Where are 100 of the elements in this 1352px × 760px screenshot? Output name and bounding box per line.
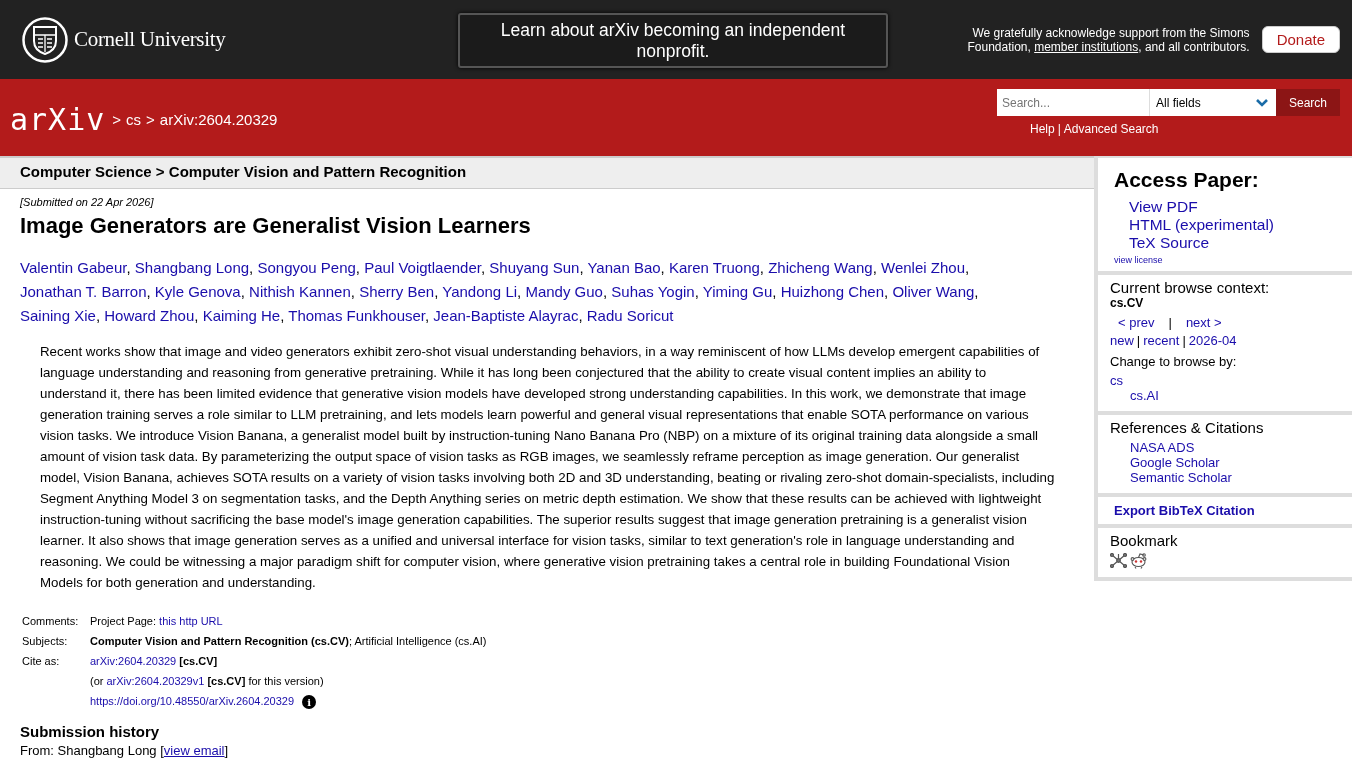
browse-label: Change to browse by:	[1110, 354, 1237, 369]
access-link[interactable]: View PDF	[1129, 198, 1198, 216]
network-icon[interactable]	[1110, 553, 1127, 569]
comma: ,	[974, 283, 979, 300]
abstract-text: Recent works show that image and video generators exhibit zero-shot visual understanding behaviors, in a way reminiscent of how LLMs develop emergent capabilities of language understanding and reasoning from generative pretraining. While it has long been conjectured that the ability to create visual content implies an ability to understand it, there has been limited evidence that generative vision models have developed strong understanding capabilities. In this work, we demonstrate that image generation training serves a role similar to LLM pretraining, and lets models learn powerful and general visual representations that enable SOTA performance on various vision tasks. We introduce Vision Banana, a generalist model built by instruction-tuning Nano Banana Pro (NBP) on a mixture of its original training data alongside a small amount of vision task data. By parameterizing the output space of vision tasks as RGB images, we seamlessly reframe perception as image generation. Our generalist model, Vision Banana, achieves SOTA results on a variety of vision tasks involving both 2D and 3D understanding, beating or rivaling zero-shot domain-specialists, including Segment Anything Model 3 on segmentation tasks, and the Depth Anything series on metric depth estimation. We show that these results can be achieved with lightweight instruction-tuning without sacrificing the base model's image generation capabilities. The superior results suggest that image generation pretraining is a generalist vision learner. It also shows that image generation serves as a unified and universal interface for vision tasks, similar to text generation's role in language understanding and reasoning. We could be witnessing a major paradigm shift for computer vision, where generative vision pretraining takes a central role in building Foundational Vision Models for both generation and understanding.	[40, 343, 1055, 592]
link[interactable]: arXiv:2604.20329v1	[106, 675, 205, 687]
info-icon[interactable]: i	[302, 695, 317, 709]
submission-date: [Submitted on 22 Apr 2026]	[20, 196, 155, 208]
author-link[interactable]: Radu Soricut	[586, 307, 674, 324]
sidebar-heading: References & Citations	[1110, 419, 1264, 436]
shield-emblem-icon	[22, 16, 68, 63]
comma: ,	[480, 259, 486, 276]
comma: ,	[425, 307, 430, 324]
author-link[interactable]: Zhicheng Wang	[768, 259, 873, 276]
alien-icon[interactable]	[1130, 553, 1147, 569]
comma: ,	[126, 259, 131, 276]
author-link[interactable]: Kaiming He	[202, 307, 281, 324]
paper-title: Image Generators are Generalist Vision Learners	[20, 213, 532, 239]
separator: >	[146, 111, 155, 128]
author-link[interactable]: Wenlei Zhou	[881, 259, 965, 276]
link[interactable]: this http URL	[159, 615, 223, 627]
comma: ,	[884, 283, 889, 300]
sidebar-heading: Access Paper:	[1114, 168, 1259, 192]
comma: ,	[146, 283, 151, 300]
comma: ,	[579, 259, 584, 276]
separator: >	[112, 111, 122, 128]
author-link[interactable]: Suhas Yogin	[611, 283, 695, 300]
breadcrumb-link[interactable]: arXiv:2604.20329	[159, 111, 278, 128]
list-link[interactable]: recent	[1143, 333, 1180, 348]
comma: ,	[249, 259, 254, 276]
author-link[interactable]: Jean-Baptiste Alayrac	[433, 307, 579, 324]
author-link[interactable]: Shuyang Sun	[489, 259, 580, 276]
comma: ,	[517, 283, 522, 300]
comma: ,	[602, 283, 608, 300]
breadcrumb-link[interactable]: cs	[126, 111, 142, 128]
author-link[interactable]: Sherry Ben	[359, 283, 435, 300]
author-link[interactable]: Kyle Genova	[154, 283, 241, 300]
comma: ,	[872, 259, 877, 276]
list-link[interactable]: new	[1110, 333, 1134, 348]
announcement-button[interactable]: Learn about arXiv becoming an independent nonprofit.	[458, 13, 888, 68]
category-link[interactable]: cs	[1110, 373, 1123, 388]
author-link[interactable]: Huizhong Chen	[780, 283, 885, 300]
license-link[interactable]: view license	[1114, 255, 1163, 265]
author-link[interactable]: Paul Voigtlaender	[364, 259, 481, 276]
category-link[interactable]: cs.AI	[1130, 388, 1159, 403]
help-link[interactable]: Help	[1030, 122, 1055, 136]
author-link[interactable]: Mandy Guo	[525, 283, 603, 300]
donate-button[interactable]: Donate	[1261, 26, 1340, 53]
submitter-line: From: Shangbang Long [view email]	[20, 744, 230, 758]
field-value: Computer Vision and Pattern Recognition (cs.CV)	[90, 635, 349, 647]
field-value: ; Artificial Intelligence (cs.AI)	[348, 635, 487, 647]
field-value: [cs.CV]	[206, 675, 246, 687]
link[interactable]: https://doi.org/10.48550/arXiv.2604.20329	[90, 695, 295, 707]
comma: ,	[194, 307, 199, 324]
access-link[interactable]: TeX Source	[1129, 234, 1210, 252]
comma: ,	[240, 283, 245, 300]
author-link[interactable]: Karen Truong	[668, 259, 760, 276]
separator: |	[1168, 315, 1172, 330]
author-link[interactable]: Thomas Funkhouser	[288, 307, 425, 324]
citation-link[interactable]: Semantic Scholar	[1130, 470, 1232, 485]
comma: ,	[965, 259, 970, 276]
field-value: for this version)	[247, 675, 324, 687]
comma: ,	[95, 307, 101, 324]
citation-link[interactable]: NASA ADS	[1130, 440, 1195, 455]
comma: ,	[772, 283, 777, 300]
field-label: Cite as:	[22, 655, 60, 667]
sidebar-heading: Current browse context:	[1110, 279, 1270, 296]
access-link[interactable]: HTML (experimental)	[1129, 216, 1274, 234]
support-note: We gratefully acknowledge support from the Simons Foundation, member institutions, and all contributors.	[966, 25, 1250, 54]
field-value: Project Page:	[90, 615, 158, 627]
author-link[interactable]: Jonathan T. Barron	[20, 283, 147, 300]
comma: ,	[434, 283, 439, 300]
nav-link[interactable]: next >	[1185, 315, 1222, 330]
search-field-dropdown[interactable]: All fields	[1149, 89, 1276, 116]
author-link[interactable]: Saining Xie	[20, 307, 96, 324]
help-link[interactable]: Advanced Search	[1063, 122, 1159, 136]
university-name[interactable]: Cornell University	[74, 27, 226, 52]
author-link[interactable]: Yanan Bao	[587, 259, 661, 276]
section-heading: Submission history	[20, 723, 161, 740]
comma: ,	[759, 259, 764, 276]
nav-link[interactable]: < prev	[1118, 315, 1155, 330]
separator: |	[1182, 333, 1186, 348]
author-link[interactable]: Songyou Peng	[257, 259, 356, 276]
list-link[interactable]: 2026-04	[1188, 333, 1237, 348]
author-link[interactable]: Yandong Li	[442, 283, 518, 300]
author-link[interactable]: Shangbang Long	[134, 259, 250, 276]
comma: ,	[578, 307, 583, 324]
search-button[interactable]: Search	[1276, 89, 1340, 116]
field-value: (or	[90, 675, 105, 687]
author-link[interactable]: Nithish Kannen	[249, 283, 351, 300]
citation-link[interactable]: Google Scholar	[1130, 455, 1220, 470]
author-link[interactable]: Valentin Gabeur	[20, 259, 127, 276]
search-field[interactable]: Search...	[997, 89, 1149, 116]
comma: ,	[350, 283, 355, 300]
arxiv-logo[interactable]: arXiv	[10, 102, 106, 137]
field-label: Comments:	[22, 615, 79, 627]
separator: |	[1136, 333, 1141, 348]
comma: ,	[694, 283, 699, 300]
field-value: [cs.CV]	[178, 655, 218, 667]
link[interactable]: arXiv:2604.20329	[90, 655, 177, 667]
